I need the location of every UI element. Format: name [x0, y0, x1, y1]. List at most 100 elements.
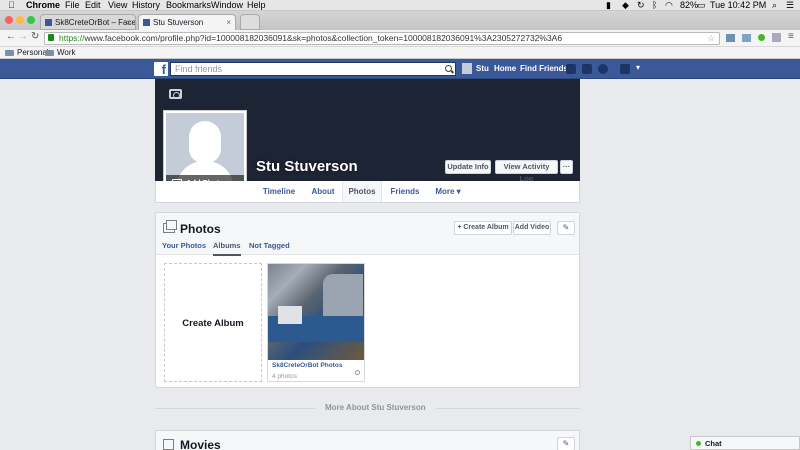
avatar[interactable] [462, 63, 472, 74]
edit-pencil-icon[interactable]: ✎ [557, 437, 575, 450]
subtab-your-photos[interactable]: Your Photos [162, 241, 206, 250]
facebook-favicon-icon [143, 19, 150, 26]
privacy-shortcuts-icon[interactable] [620, 64, 630, 74]
battery-icon: ▭ [697, 0, 706, 10]
search-icon[interactable] [445, 65, 452, 72]
tab-label: Stu Stuverson [153, 18, 204, 27]
close-tab-icon[interactable]: × [226, 15, 231, 30]
subtab-not-tagged[interactable]: Not Tagged [249, 241, 290, 250]
tab-friends[interactable]: Friends [384, 181, 426, 202]
chat-label: Chat [705, 439, 722, 448]
photos-icon [163, 220, 177, 233]
close-tab-icon[interactable]: × [126, 15, 131, 29]
folder-icon [5, 49, 14, 56]
album-title[interactable]: Sk8CreteOrBot Photos [272, 362, 342, 369]
extension-status-icon[interactable] [758, 34, 765, 41]
notification-center-icon[interactable]: ☰ [786, 0, 794, 11]
create-album-tile[interactable]: Create Album [164, 263, 262, 382]
account-settings-chevron-icon[interactable]: ▾ [636, 63, 640, 72]
extension-icon[interactable] [772, 33, 781, 42]
battery-level[interactable]: 82% [680, 0, 698, 11]
browser-toolbar: ← → ↻ https://www.facebook.com/profile.p… [0, 30, 800, 47]
facebook-favicon-icon [45, 19, 52, 26]
apple-icon[interactable]:  [8, 0, 15, 11]
spotlight-icon[interactable]: ⌕ [772, 0, 777, 11]
bookmarks-bar: Personal Work [0, 47, 800, 59]
camera-icon[interactable] [169, 89, 182, 99]
notifications-globe-icon[interactable] [598, 64, 608, 74]
tab-more[interactable]: More ▾ [428, 181, 468, 202]
folder-icon [45, 49, 54, 56]
wifi-icon[interactable]: ◠ [665, 0, 673, 11]
nav-user-link[interactable]: Stu [476, 59, 489, 79]
subtab-albums[interactable]: Albums [213, 241, 241, 256]
update-info-button[interactable]: Update Info [445, 160, 491, 174]
menu-bookmarks[interactable]: Bookmarks [166, 0, 211, 11]
extension-icon[interactable] [742, 34, 751, 42]
new-tab-button[interactable] [240, 14, 260, 30]
back-arrow-icon[interactable]: ← [6, 31, 16, 42]
menu-file[interactable]: File [65, 0, 80, 11]
chrome-menu-icon[interactable]: ≡ [788, 31, 794, 42]
menu-help[interactable]: Help [247, 0, 266, 11]
minimize-window-button[interactable] [16, 16, 24, 24]
forward-arrow-icon[interactable]: → [18, 31, 28, 42]
facebook-top-bar: f Find friends Stu Home Find Friends ▾ [0, 59, 800, 79]
photos-section: Photos Your Photos Albums Not Tagged + C… [155, 212, 580, 388]
profile-tabs: Timeline About Photos Friends More ▾ [155, 181, 580, 203]
tab-label: Sk8CreteOrBot – Faceboo [55, 18, 136, 27]
online-status-icon [696, 441, 701, 446]
album-tile[interactable]: Sk8CreteOrBot Photos 4 photos [267, 263, 365, 382]
album-cover-image[interactable] [268, 264, 364, 360]
bookmark-folder-personal[interactable]: Personal [5, 47, 49, 59]
facebook-logo[interactable]: f [154, 62, 168, 77]
lock-icon [48, 34, 54, 41]
lock-icon[interactable]: ▮ [606, 0, 611, 11]
mac-menubar:  Chrome File Edit View History Bookmark… [0, 0, 800, 11]
tab-timeline[interactable]: Timeline [256, 181, 302, 202]
extension-icon[interactable] [726, 34, 735, 42]
film-icon [163, 439, 174, 450]
create-album-button[interactable]: + Create Album [454, 221, 512, 235]
album-photo-count: 4 photos [272, 373, 297, 380]
photos-header: Photos Your Photos Albums Not Tagged + C… [156, 213, 579, 256]
search-placeholder: Find friends [175, 64, 223, 74]
menu-app-name[interactable]: Chrome [26, 0, 60, 11]
bookmark-folder-work[interactable]: Work [45, 47, 76, 59]
chat-bar[interactable]: Chat [690, 436, 800, 450]
zoom-window-button[interactable] [27, 16, 35, 24]
menu-window[interactable]: Window [211, 0, 243, 11]
nav-find-friends-link[interactable]: Find Friends [520, 59, 568, 79]
reload-icon[interactable]: ↻ [31, 31, 39, 42]
edit-pencil-icon[interactable]: ✎ [557, 221, 575, 235]
bookmark-star-icon[interactable]: ☆ [707, 33, 715, 44]
browser-tab-stu-stuverson[interactable]: Stu Stuverson × [138, 14, 236, 30]
view-activity-log-button[interactable]: View Activity Log [495, 160, 558, 183]
nav-home-link[interactable]: Home [494, 59, 516, 79]
bluetooth-icon[interactable]: ᛒ [652, 0, 657, 11]
menu-history[interactable]: History [132, 0, 160, 11]
tab-about[interactable]: About [304, 181, 342, 202]
tab-photos[interactable]: Photos [342, 181, 382, 202]
movies-title[interactable]: Movies [180, 438, 221, 450]
photos-title[interactable]: Photos [180, 222, 221, 236]
more-options-button[interactable]: ··· [560, 160, 573, 174]
close-window-button[interactable] [5, 16, 13, 24]
messages-icon[interactable] [582, 64, 592, 74]
menu-view[interactable]: View [108, 0, 127, 11]
add-video-button[interactable]: Add Video [513, 221, 551, 235]
clock[interactable]: Tue 10:42 PM [710, 0, 766, 11]
browser-tab-sk8creteorbot[interactable]: Sk8CreteOrBot – Faceboo × [40, 14, 136, 30]
time-machine-icon[interactable]: ↻ [637, 0, 645, 11]
browser-tabstrip: Sk8CreteOrBot – Faceboo × Stu Stuverson … [0, 11, 800, 30]
more-about-heading: More About Stu Stuverson [315, 403, 436, 412]
menu-edit[interactable]: Edit [85, 0, 101, 11]
address-bar[interactable]: https://www.facebook.com/profile.php?id=… [44, 32, 720, 45]
gear-icon[interactable] [355, 370, 360, 375]
dropbox-icon[interactable]: ◆ [622, 0, 629, 11]
search-input[interactable]: Find friends [170, 62, 456, 76]
friend-requests-icon[interactable] [566, 64, 576, 74]
silhouette-head [189, 121, 221, 163]
profile-name[interactable]: Stu Stuverson [256, 158, 358, 175]
url-scheme: https:// [59, 33, 85, 43]
